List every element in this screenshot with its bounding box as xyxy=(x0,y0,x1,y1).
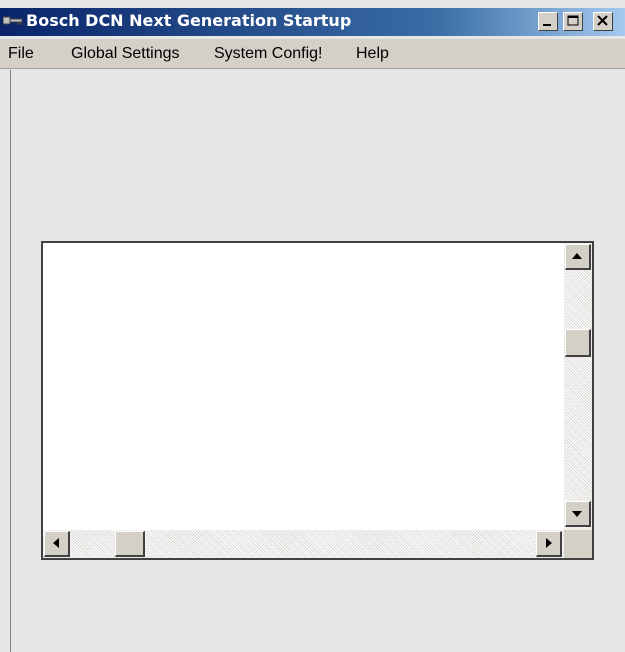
title-bar[interactable]: Bosch DCN Next Generation Startup xyxy=(0,8,625,36)
minimize-icon xyxy=(543,24,551,26)
horizontal-scrollbar[interactable] xyxy=(43,530,564,558)
maximize-button[interactable] xyxy=(563,12,583,31)
minimize-button[interactable] xyxy=(538,12,558,31)
log-text-area[interactable] xyxy=(41,241,594,560)
app-window: Bosch DCN Next Generation Startup File G… xyxy=(0,0,625,652)
vertical-scrollbar[interactable] xyxy=(564,243,592,530)
arrow-up-icon xyxy=(572,253,582,259)
menu-global-settings[interactable]: Global Settings xyxy=(71,44,180,64)
close-button[interactable] xyxy=(593,12,613,31)
scroll-down-button[interactable] xyxy=(565,501,591,527)
menu-file[interactable]: File xyxy=(8,44,34,64)
scroll-left-button[interactable] xyxy=(44,531,70,557)
maximize-icon xyxy=(567,15,579,26)
menu-bar: File Global Settings System Config! Help xyxy=(0,39,625,69)
menu-help[interactable]: Help xyxy=(356,44,389,64)
arrow-left-icon xyxy=(53,538,59,548)
horizontal-scroll-thumb[interactable] xyxy=(115,531,145,557)
vertical-scroll-thumb[interactable] xyxy=(565,329,591,357)
menu-system-config[interactable]: System Config! xyxy=(214,44,322,64)
key-icon xyxy=(3,16,23,25)
arrow-right-icon xyxy=(546,538,552,548)
arrow-down-icon xyxy=(572,511,582,517)
window-title: Bosch DCN Next Generation Startup xyxy=(26,11,352,30)
scroll-corner xyxy=(564,530,592,558)
scroll-up-button[interactable] xyxy=(565,244,591,270)
close-icon xyxy=(597,15,608,26)
scroll-right-button[interactable] xyxy=(536,531,562,557)
